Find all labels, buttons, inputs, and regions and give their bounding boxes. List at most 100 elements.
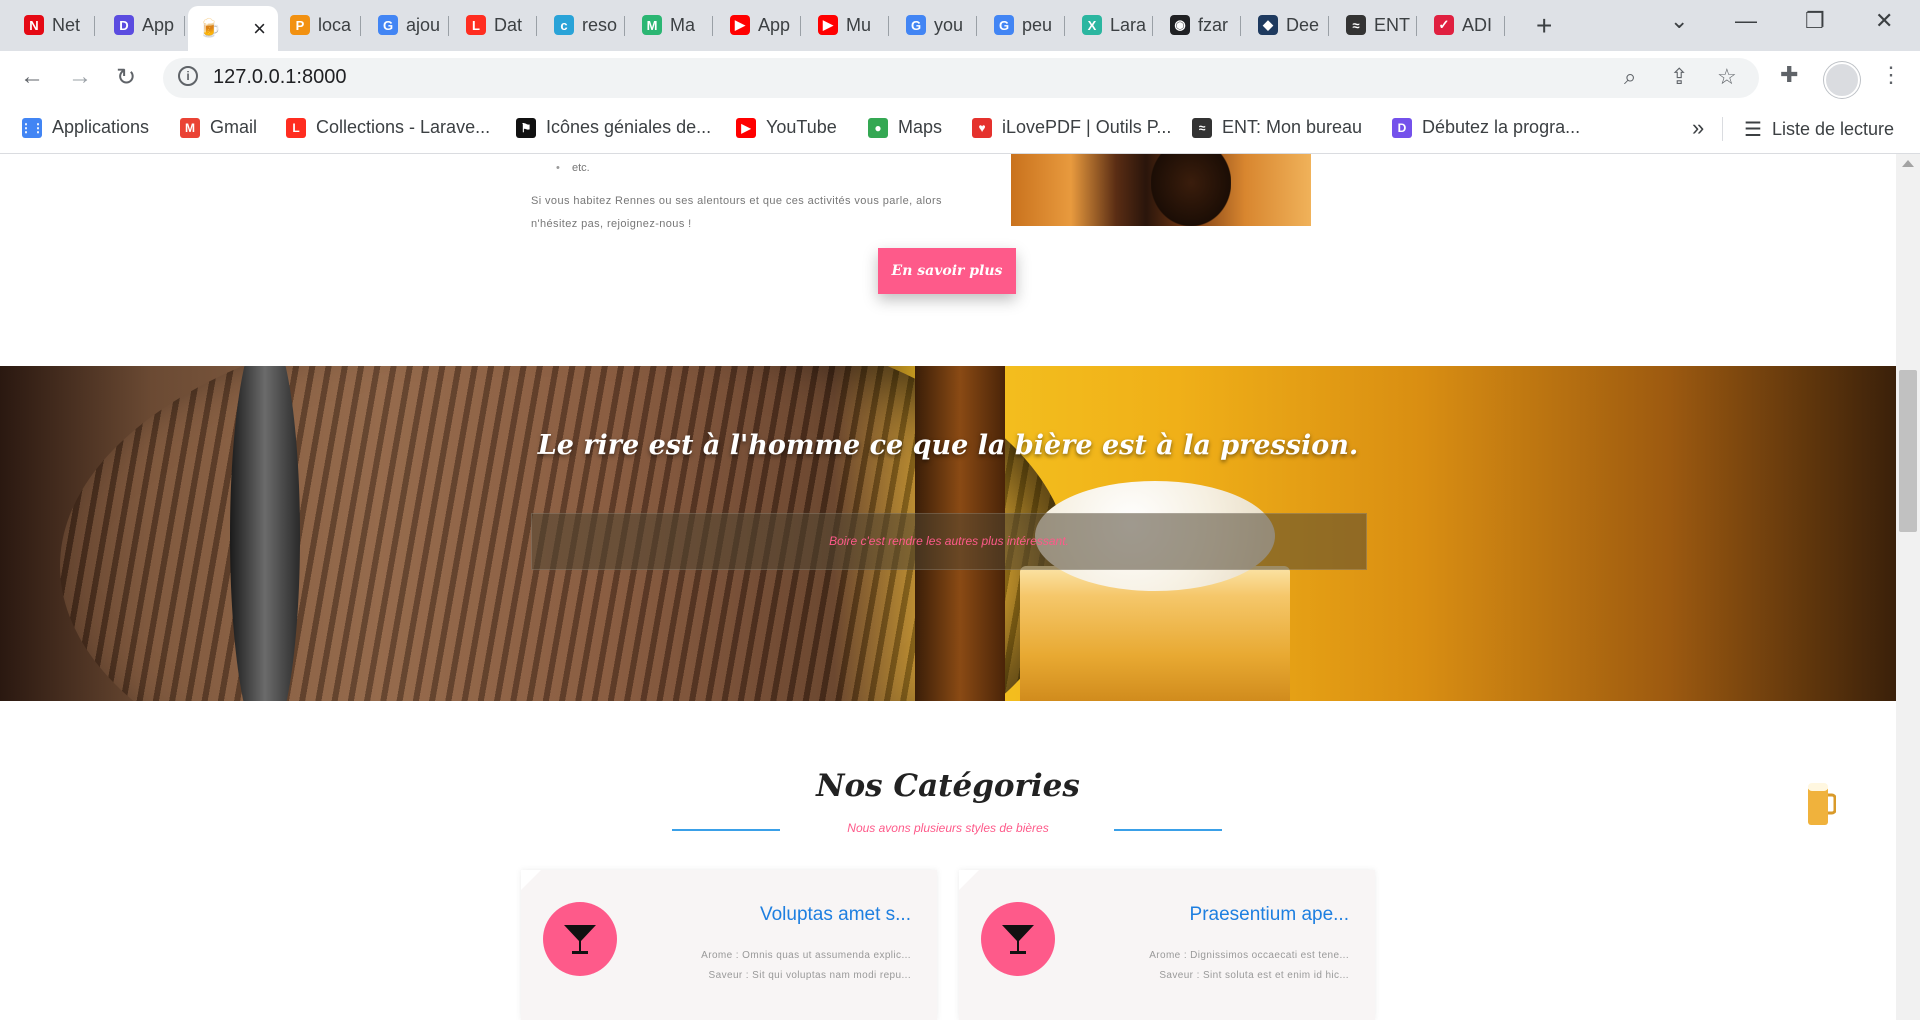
bookmark-item[interactable]: ≈ ENT: Mon bureau	[1192, 117, 1362, 138]
card-title[interactable]: Praesentium ape...	[1190, 904, 1349, 926]
reading-list[interactable]: ☰ Liste de lecture	[1744, 117, 1894, 142]
back-icon[interactable]: ←	[20, 63, 44, 91]
laravel-icon: L	[286, 117, 306, 138]
tab-active[interactable]: 🍺 ×	[188, 6, 278, 51]
tab[interactable]: N Net	[12, 8, 95, 42]
tab[interactable]: ✓ ADI	[1422, 8, 1505, 42]
hero-subtitle: Boire c'est rendre les autres plus intér…	[829, 534, 1069, 548]
bookmark-item[interactable]: M Gmail	[180, 117, 257, 138]
tab-search-icon[interactable]: ⌄	[1670, 8, 1688, 34]
tab[interactable]: ◆ Dee	[1246, 8, 1329, 42]
tab-label: ADI	[1462, 14, 1493, 35]
tab[interactable]: Gyou	[894, 8, 977, 42]
tab[interactable]: ◉ fzar	[1158, 8, 1241, 42]
bookmark-item[interactable]: ▶ YouTube	[736, 117, 837, 138]
tab[interactable]: M Ma	[630, 8, 713, 42]
minimize-icon[interactable]: —	[1735, 8, 1757, 34]
tab-separator	[360, 16, 361, 36]
tab-label: fzar	[1198, 14, 1229, 35]
tab[interactable]: X Lara	[1070, 8, 1153, 42]
category-card[interactable]: Voluptas amet s... Arome : Omnis quas ut…	[521, 870, 937, 1020]
extensions-icon[interactable]: ✚	[1780, 62, 1798, 88]
youtube-icon: ▶	[736, 117, 756, 138]
github-icon: ◉	[1170, 15, 1190, 35]
malt-icon: M	[642, 15, 662, 35]
bookmark-label: ENT: Mon bureau	[1222, 117, 1363, 137]
tab[interactable]: ▶ App	[718, 8, 801, 42]
bookmark-item[interactable]: ♥ iLovePDF | Outils P...	[972, 117, 1171, 138]
page-scrollbar[interactable]	[1896, 154, 1920, 1020]
menu-kebab-icon[interactable]: ⋮	[1880, 62, 1902, 88]
tab-label: Lara	[1110, 14, 1147, 35]
tab[interactable]: Gajou	[366, 8, 449, 42]
tab-label: loca	[318, 14, 352, 35]
barrel-hoop	[230, 366, 300, 701]
tab-label: Ma	[670, 14, 696, 35]
google-icon: G	[906, 15, 926, 35]
cocktail-glass-icon	[543, 902, 617, 976]
forward-icon[interactable]: →	[68, 63, 92, 91]
site-info-icon[interactable]: i	[178, 66, 198, 86]
bookmarks-overflow-icon[interactable]: »	[1692, 115, 1704, 141]
bookmark-label: YouTube	[766, 117, 837, 137]
tab[interactable]: L Dat	[454, 8, 537, 42]
scroll-up-arrow-icon[interactable]	[1902, 160, 1914, 167]
google-icon: G	[994, 15, 1014, 35]
tab[interactable]: ▶ Mu	[806, 8, 889, 42]
reading-list-label: Liste de lecture	[1771, 119, 1895, 139]
card-arome: Arome : Dignissimos occaecati est tene..…	[1149, 950, 1349, 961]
tab[interactable]: Ploca	[278, 8, 361, 42]
category-card[interactable]: Praesentium ape... Arome : Dignissimos o…	[959, 870, 1375, 1020]
card-title[interactable]: Voluptas amet s...	[760, 904, 911, 926]
bookmark-item[interactable]: ● Maps	[868, 117, 942, 138]
address-url[interactable]: 127.0.0.1:8000	[213, 66, 346, 89]
tab[interactable]: c reso	[542, 8, 625, 42]
learn-more-button[interactable]: En savoir plus	[878, 248, 1016, 294]
bookmark-item[interactable]: L Collections - Larave...	[286, 117, 490, 138]
categories-subtitle: Nous avons plusieurs styles de bières	[847, 821, 1049, 835]
tab-separator	[624, 16, 625, 36]
card-arome: Arome : Omnis quas ut assumenda explic..…	[701, 950, 911, 961]
restore-icon[interactable]: ❐	[1805, 8, 1825, 34]
about-text: Si vous habitez Rennes ou ses alentours …	[531, 195, 942, 230]
bookmark-label: iLovePDF | Outils P...	[1002, 117, 1172, 137]
tab[interactable]: D App	[102, 8, 185, 42]
reading-list-icon: ☰	[1744, 119, 1762, 141]
res-icon: c	[554, 15, 574, 35]
ilovepdf-icon: ♥	[972, 117, 992, 138]
openclassrooms-icon: D	[1392, 117, 1412, 138]
beer-mug-icon[interactable]	[1806, 777, 1836, 827]
bookmarks-divider	[1722, 117, 1723, 141]
zoom-icon[interactable]: ⌕	[1624, 64, 1636, 90]
bookmark-item[interactable]: ⋮⋮ Applications	[20, 117, 149, 138]
laravel-icon: L	[466, 15, 486, 35]
scrollbar-thumb[interactable]	[1899, 370, 1917, 532]
profile-avatar[interactable]	[1824, 62, 1860, 98]
close-window-icon[interactable]: ✕	[1875, 8, 1893, 34]
bookmarks-bar: » ☰ Liste de lecture ⋮⋮ Applications M Gmai…	[0, 105, 1920, 154]
new-tab-icon[interactable]: +	[1536, 10, 1552, 42]
apps-grid-icon: ⋮⋮	[20, 117, 44, 138]
tab[interactable]: Gpeu	[982, 8, 1065, 42]
about-image-glass	[1151, 154, 1231, 226]
tab-label: peu	[1022, 14, 1053, 35]
categories-title: Nos Catégories	[816, 768, 1080, 804]
about-list-item: etc.	[556, 162, 589, 174]
tab-separator	[712, 16, 713, 36]
ent-icon: ≈	[1192, 117, 1212, 138]
address-bar[interactable]: i 127.0.0.1:8000 ⌕ ⇪ ☆	[163, 58, 1759, 98]
reload-icon[interactable]: ↻	[116, 63, 136, 92]
share-icon[interactable]: ⇪	[1670, 64, 1688, 90]
card-saveur: Saveur : Sit qui voluptas nam modi repu.…	[708, 970, 911, 981]
ent-icon: ≈	[1346, 15, 1366, 35]
bookmark-item[interactable]: ⚑ Icônes géniales de...	[516, 117, 711, 138]
tab-separator	[448, 16, 449, 36]
close-tab-icon[interactable]: ×	[253, 16, 266, 42]
tab-separator	[184, 16, 185, 36]
tab-label: App	[758, 14, 791, 35]
tab-label: Mu	[846, 14, 872, 35]
tab-label: you	[934, 14, 964, 35]
bookmark-item[interactable]: D Débutez la progra...	[1392, 117, 1580, 138]
bookmark-star-icon[interactable]: ☆	[1717, 64, 1737, 90]
tab[interactable]: ≈ ENT	[1334, 8, 1417, 42]
